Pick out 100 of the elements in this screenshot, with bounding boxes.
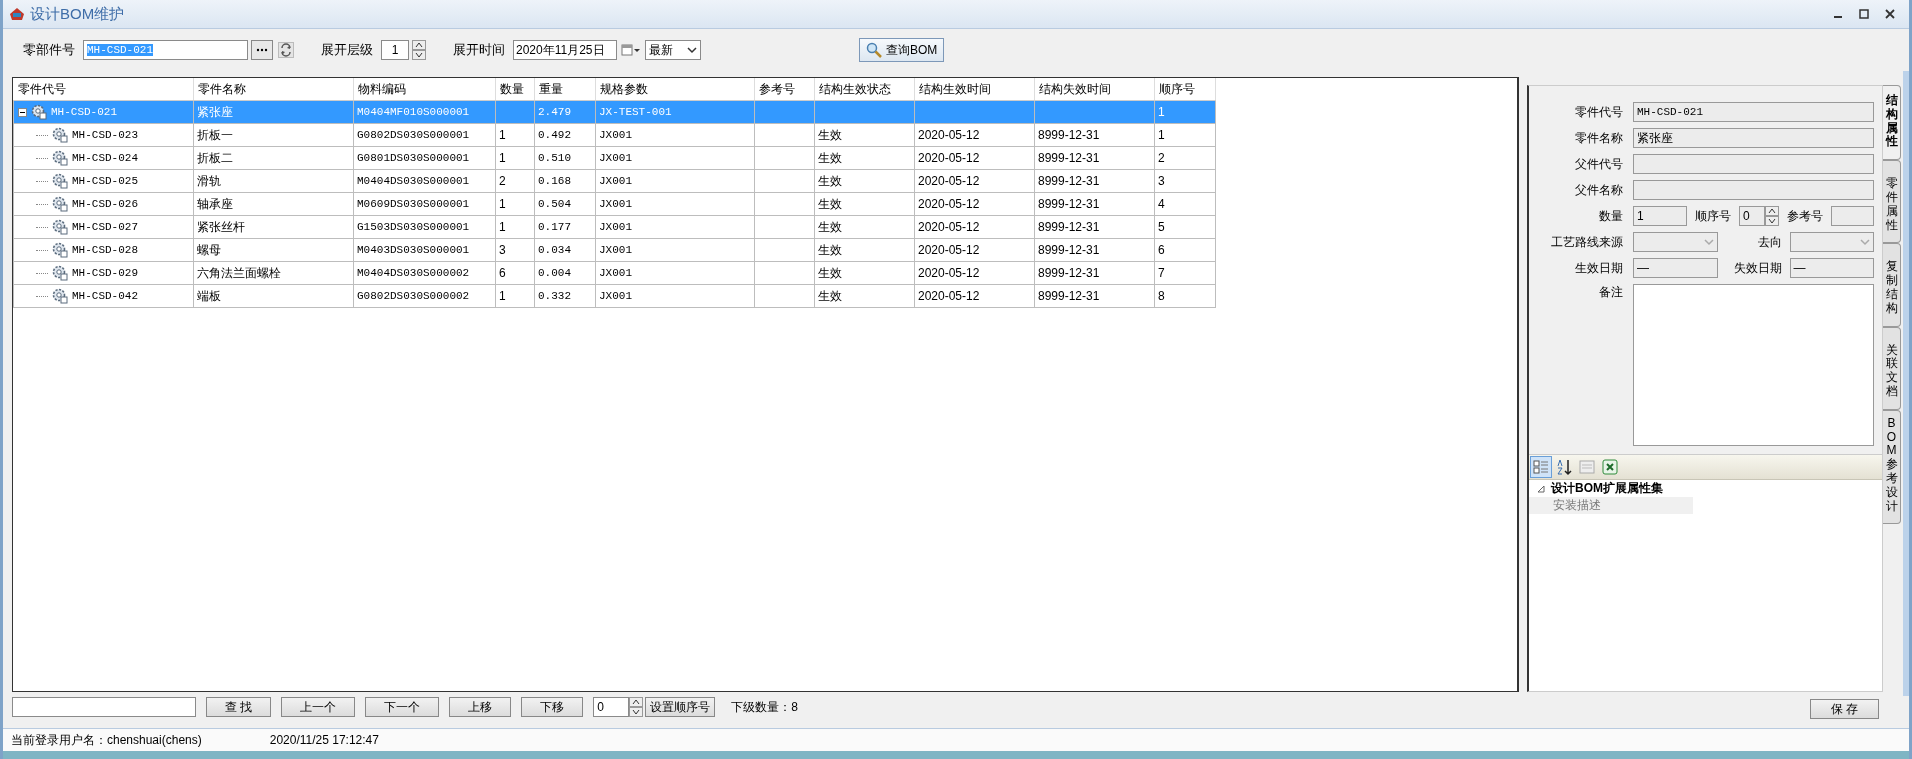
field-label: 生效日期 xyxy=(1574,259,1623,277)
refresh-icon[interactable] xyxy=(278,42,294,58)
gear-icon xyxy=(31,104,47,120)
search-field[interactable] xyxy=(12,697,196,717)
table-cell: 1 xyxy=(495,192,535,216)
table-cell: 1 xyxy=(495,146,535,170)
field-label: 去向 xyxy=(1756,233,1782,251)
expiry-date-field[interactable]: — xyxy=(1789,258,1874,278)
table-cell: 0.510 xyxy=(534,146,596,170)
parent-code-field[interactable] xyxy=(1633,154,1874,174)
column-header[interactable]: 数量 xyxy=(495,78,535,101)
reference-field[interactable] xyxy=(1831,206,1874,226)
table-cell: 2020-05-12 xyxy=(914,215,1035,239)
table-row[interactable]: MH-CSD-029 六角法兰面螺栓 M0404DS030S000002 6 0.004 JX001 生效 2020-05-12 8999-12-31 7 xyxy=(13,261,1216,285)
remark-field[interactable] xyxy=(1633,284,1874,446)
save-button[interactable]: 保 存 xyxy=(1809,699,1879,719)
status-user: 当前登录用户名：chenshuai(chens) xyxy=(11,731,202,749)
expand-triangle-icon[interactable] xyxy=(1537,484,1545,493)
column-header[interactable]: 规格参数 xyxy=(595,78,755,101)
table-cell: JX001 xyxy=(595,261,755,285)
sort-icon[interactable] xyxy=(1554,457,1574,477)
toolbar-button[interactable]: 上一个 xyxy=(281,697,356,717)
restore-icon[interactable] xyxy=(1859,9,1869,19)
table-cell xyxy=(754,169,815,193)
parent-name-field[interactable] xyxy=(1633,180,1874,200)
table-cell xyxy=(754,192,815,216)
gear-icon xyxy=(52,150,68,166)
table-cell: M0609DS030S000001 xyxy=(353,192,496,216)
column-header[interactable]: 结构生效状态 xyxy=(814,78,915,101)
column-header[interactable]: 零件名称 xyxy=(193,78,354,101)
table-row[interactable]: MH-CSD-024 折板二 G0801DS030S000001 1 0.510 JX001 生效 2020-05-12 8999-12-31 2 xyxy=(13,146,1216,170)
collapse-icon[interactable] xyxy=(18,107,27,117)
sequence-field[interactable]: 0 xyxy=(1739,206,1765,226)
child-count-label: 下级数量：8 xyxy=(731,698,799,716)
toolbar-button[interactable]: 上移 xyxy=(449,697,512,717)
order-field[interactable]: 0 xyxy=(593,697,630,717)
field-label: 备注 xyxy=(1598,284,1623,301)
table-cell: 0.332 xyxy=(534,284,596,308)
table-cell: 8999-12-31 xyxy=(1034,169,1155,193)
field-label: 失效日期 xyxy=(1732,259,1782,277)
version-dropdown[interactable]: 最新 xyxy=(645,40,701,60)
table-cell: 螺母 xyxy=(193,238,354,262)
table-cell: 紧张座 xyxy=(193,100,354,124)
side-tab[interactable]: 结构属性 xyxy=(1883,85,1901,161)
spreadsheet-icon[interactable] xyxy=(1600,457,1620,477)
side-tab[interactable]: BOM参考设计 xyxy=(1883,409,1901,525)
table-cell: MH-CSD-021 xyxy=(51,106,117,118)
table-cell: MH-CSD-023 xyxy=(72,129,138,141)
close-icon[interactable] xyxy=(1885,9,1895,19)
column-header[interactable]: 顺序号 xyxy=(1154,78,1216,101)
part-code-field[interactable]: MH-CSD-021 xyxy=(1633,102,1874,122)
spin-button[interactable] xyxy=(412,40,426,60)
column-header[interactable]: 结构失效时间 xyxy=(1034,78,1155,101)
table-cell: 六角法兰面螺栓 xyxy=(193,261,354,285)
table-row[interactable]: MH-CSD-028 螺母 M0403DS030S000001 3 0.034 JX001 生效 2020-05-12 8999-12-31 6 xyxy=(13,238,1216,262)
toolbar-button[interactable]: 下一个 xyxy=(365,697,440,717)
effective-date-field[interactable]: — xyxy=(1633,258,1718,278)
set-order-button[interactable]: 设置顺序号 xyxy=(645,697,716,717)
field-label: 顺序号 xyxy=(1695,207,1731,225)
spin-button[interactable] xyxy=(1765,206,1779,226)
table-cell: 5 xyxy=(1154,215,1216,239)
table-cell: MH-CSD-025 xyxy=(72,175,138,187)
search-icon xyxy=(866,42,882,58)
table-row[interactable]: MH-CSD-023 折板一 G0802DS030S000001 1 0.492 JX001 生效 2020-05-12 8999-12-31 1 xyxy=(13,123,1216,147)
table-cell: M0403DS030S000001 xyxy=(353,238,496,262)
field-label: 数量 xyxy=(1598,207,1623,225)
part-name-field[interactable]: 紧张座 xyxy=(1633,128,1874,148)
column-header[interactable]: 重量 xyxy=(534,78,596,101)
table-cell: M0404DS030S000002 xyxy=(353,261,496,285)
side-tab[interactable]: 关联文档 xyxy=(1883,326,1901,410)
table-cell: 0.168 xyxy=(534,169,596,193)
query-bom-button[interactable]: 查询BOM xyxy=(859,38,945,62)
table-cell: G0802DS030S000002 xyxy=(353,284,496,308)
side-tab[interactable]: 零件属性 xyxy=(1883,160,1901,244)
table-row[interactable]: MH-CSD-026 轴承座 M0609DS030S000001 1 0.504 JX001 生效 2020-05-12 8999-12-31 4 xyxy=(13,192,1216,216)
table-row[interactable]: MH-CSD-025 滑轨 M0404DS030S000001 2 0.168 JX001 生效 2020-05-12 8999-12-31 3 xyxy=(13,169,1216,193)
column-header[interactable]: 物料编码 xyxy=(353,78,496,101)
browse-button[interactable] xyxy=(251,40,273,60)
table-cell: 0.034 xyxy=(534,238,596,262)
table-cell: 2020-05-12 xyxy=(914,284,1035,308)
column-header[interactable]: 零件代号 xyxy=(13,78,194,101)
table-cell: 2 xyxy=(495,169,535,193)
table-cell: M0404MF010S000001 xyxy=(353,100,496,124)
side-tab[interactable]: 复制结构 xyxy=(1883,243,1901,327)
table-row[interactable]: MH-CSD-042 端板 G0802DS030S000002 1 0.332 JX001 生效 2020-05-12 8999-12-31 8 xyxy=(13,284,1216,308)
spin-button[interactable] xyxy=(629,697,644,717)
table-cell xyxy=(754,284,815,308)
field-label: 工艺路线来源 xyxy=(1550,233,1623,251)
table-row[interactable]: MH-CSD-027 紧张丝杆 G1503DS030S000001 1 0.177 JX001 生效 2020-05-12 8999-12-31 5 xyxy=(13,215,1216,239)
table-cell: 2020-05-12 xyxy=(914,169,1035,193)
level-field[interactable]: 1 xyxy=(381,40,409,60)
toolbar-button[interactable]: 下移 xyxy=(521,697,584,717)
column-header[interactable]: 参考号 xyxy=(754,78,815,101)
quantity-field[interactable]: 1 xyxy=(1633,206,1687,226)
table-cell: JX001 xyxy=(595,284,755,308)
table-cell: G0802DS030S000001 xyxy=(353,123,496,147)
column-header[interactable]: 结构生效时间 xyxy=(914,78,1035,101)
date-field[interactable]: 2020年11月25日 xyxy=(513,40,617,60)
toolbar-button[interactable]: 查 找 xyxy=(206,697,272,717)
expand-level-label: 展开层级 xyxy=(321,41,373,59)
